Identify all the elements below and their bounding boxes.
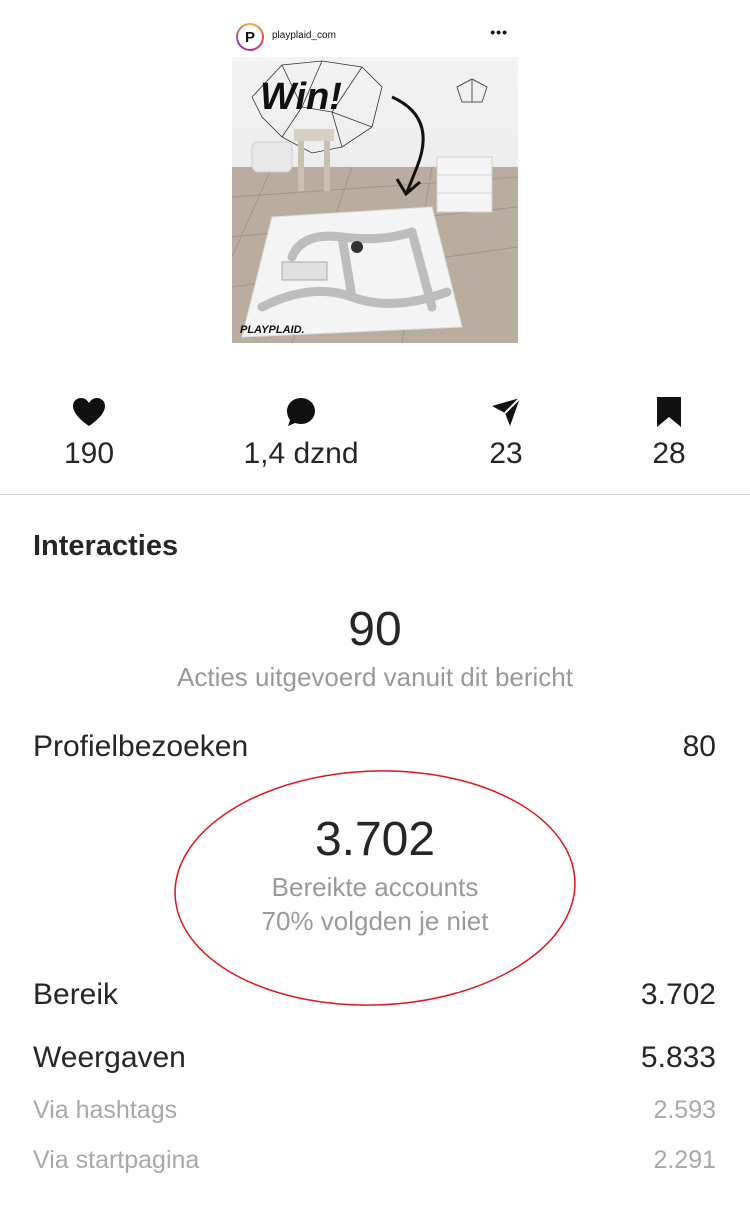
more-options-icon[interactable]: ••• bbox=[490, 24, 508, 40]
comment-icon bbox=[231, 394, 371, 430]
profile-visits-value: 80 bbox=[682, 730, 716, 763]
reach-label: Bereik bbox=[33, 978, 119, 1011]
saves-stat[interactable]: 28 bbox=[599, 394, 739, 471]
via-home-value: 2.291 bbox=[653, 1146, 716, 1174]
comments-count: 1,4 dznd bbox=[243, 437, 359, 470]
avatar[interactable]: P bbox=[236, 23, 264, 51]
comments-stat[interactable]: 1,4 dznd bbox=[231, 394, 371, 471]
shares-count: 23 bbox=[489, 437, 523, 470]
reach-row: Bereik 3.702 bbox=[33, 978, 716, 1018]
post-brand-text: PLAYPLAID. bbox=[240, 324, 305, 336]
profile-visits-label: Profielbezoeken bbox=[33, 730, 249, 763]
via-hashtags-row: Via hashtags 2.593 bbox=[33, 1096, 716, 1136]
impressions-row: Weergaven 5.833 bbox=[33, 1041, 716, 1081]
reached-label: Bereikte accounts bbox=[271, 872, 479, 902]
post-overlay-text: Win! bbox=[260, 76, 342, 118]
impressions-label: Weergaven bbox=[33, 1041, 186, 1074]
post-image-illustration: Win! PLAYPLAID. bbox=[232, 60, 518, 343]
saves-count: 28 bbox=[652, 437, 686, 470]
section-title: Interacties bbox=[33, 530, 179, 562]
actions-label: Acties uitgevoerd vanuit dit bericht bbox=[177, 662, 573, 692]
actions-count: 90 bbox=[348, 603, 402, 656]
avatar-letter: P bbox=[238, 25, 262, 49]
divider bbox=[0, 494, 750, 495]
reached-count: 3.702 bbox=[314, 813, 436, 866]
likes-count: 190 bbox=[63, 437, 115, 470]
share-icon bbox=[436, 394, 576, 430]
username[interactable]: playplaid_com bbox=[272, 30, 336, 41]
profile-visits-row: Profielbezoeken 80 bbox=[33, 730, 716, 770]
via-home-row: Via startpagina 2.291 bbox=[33, 1146, 716, 1186]
shares-stat[interactable]: 23 bbox=[436, 394, 576, 471]
via-home-label: Via startpagina bbox=[33, 1146, 200, 1174]
via-hashtags-label: Via hashtags bbox=[33, 1096, 178, 1124]
reached-sub: 70% volgden je niet bbox=[261, 906, 489, 936]
heart-icon bbox=[19, 394, 159, 430]
reach-value: 3.702 bbox=[640, 978, 716, 1011]
impressions-value: 5.833 bbox=[640, 1041, 716, 1074]
post-image[interactable]: Win! PLAYPLAID. bbox=[232, 57, 518, 343]
bookmark-icon bbox=[599, 394, 739, 430]
likes-stat[interactable]: 190 bbox=[19, 394, 159, 471]
via-hashtags-value: 2.593 bbox=[653, 1096, 716, 1124]
post-header: P playplaid_com ••• bbox=[236, 22, 520, 52]
